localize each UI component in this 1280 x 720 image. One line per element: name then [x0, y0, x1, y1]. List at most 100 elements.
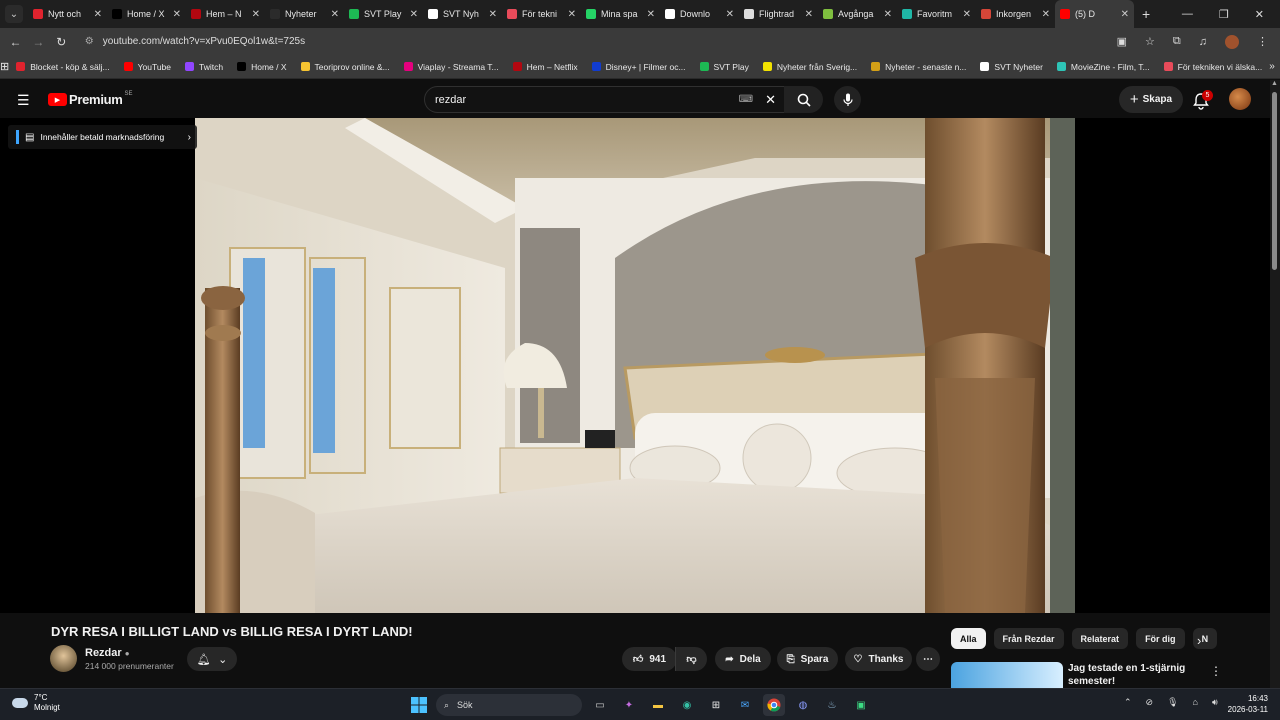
filter-chip[interactable]: Relaterat [1071, 628, 1129, 649]
bookmark-item[interactable]: För tekniken vi älska... [1157, 62, 1270, 72]
browser-menu-icon[interactable]: ⋮ [1257, 35, 1268, 48]
minimize-icon[interactable]: — [1182, 8, 1193, 21]
recommended-video-thumbnail[interactable] [951, 662, 1063, 688]
tab-close-icon[interactable]: ✕ [94, 9, 102, 20]
dislike-button[interactable]: 👎︎ [675, 647, 707, 671]
tab-close-icon[interactable]: ✕ [331, 9, 339, 20]
tab-close-icon[interactable]: ✕ [884, 9, 892, 20]
restore-icon[interactable]: ❐ [1219, 8, 1229, 21]
scrollbar-thumb[interactable] [1272, 92, 1277, 270]
system-clock[interactable]: 16:43 2026-03-11 [1222, 693, 1268, 715]
video-player[interactable]: ▤ Innehåller betald marknadsföring › [0, 118, 1270, 613]
profile-avatar[interactable] [1225, 34, 1239, 49]
tray-overflow-icon[interactable]: ⌃ [1124, 697, 1132, 708]
bookmark-item[interactable]: SVT Nyheter [973, 62, 1050, 72]
filter-chip[interactable]: Från Rezdar [993, 628, 1064, 649]
scroll-up-arrow-icon[interactable]: ▲ [1271, 80, 1278, 87]
recommended-video-title[interactable]: Jag testade en 1-stjärnig semester! [1068, 662, 1188, 688]
bookmark-item[interactable]: Teoriprov online &... [294, 62, 397, 72]
share-button[interactable]: ➦ Dela [715, 647, 771, 671]
browser-tab[interactable]: Inkorgen ✕ [976, 0, 1055, 28]
weather-widget[interactable]: 7°C Molnigt [12, 693, 60, 713]
close-window-icon[interactable]: ✕ [1255, 8, 1264, 21]
chips-next-arrow-icon[interactable]: › [1197, 633, 1201, 648]
tab-close-icon[interactable]: ✕ [1042, 9, 1050, 20]
subscription-bell-button[interactable]: 🔔︎ ⌄ [187, 647, 237, 671]
like-button[interactable]: 👍︎ 941 [622, 647, 677, 671]
clear-search-icon[interactable]: ✕ [765, 92, 776, 108]
bookmark-item[interactable]: Hem – Netflix [506, 62, 585, 72]
copilot-icon[interactable]: ✦ [618, 694, 640, 716]
tab-close-icon[interactable]: ✕ [1121, 9, 1129, 20]
bookmark-item[interactable]: Nyheter från Sverig... [756, 62, 864, 72]
browser-tab[interactable]: (5) D ✕ [1055, 0, 1134, 28]
notifications-off-icon[interactable]: ⊘ [1146, 697, 1154, 708]
network-icon[interactable]: ⌂ [1193, 697, 1198, 708]
discord-icon[interactable]: ◍ [792, 694, 814, 716]
tab-close-icon[interactable]: ✕ [489, 9, 497, 20]
browser-tab[interactable]: Nytt och ✕ [28, 0, 107, 28]
tab-close-icon[interactable]: ✕ [963, 9, 971, 20]
bookmark-item[interactable]: Home / X [230, 62, 293, 72]
reload-icon[interactable]: ↻ [50, 35, 73, 49]
edge-icon[interactable]: ◉ [676, 694, 698, 716]
browser-tab[interactable]: Downlo ✕ [660, 0, 739, 28]
apps-grid-icon[interactable]: ⊞ [0, 60, 9, 73]
save-button[interactable]: ⎘ Spara [777, 647, 838, 671]
back-icon[interactable]: ← [4, 35, 27, 49]
windows-start-icon[interactable] [411, 697, 427, 713]
bookmark-item[interactable]: MovieZine - Film, T... [1050, 62, 1157, 72]
browser-tab[interactable]: SVT Nyh ✕ [423, 0, 502, 28]
bookmark-item[interactable]: Viaplay - Streama T... [397, 62, 506, 72]
bookmark-star-icon[interactable]: ☆ [1145, 35, 1155, 48]
microphone-tray-icon[interactable]: 🎙︎ [1167, 697, 1178, 708]
video-frame[interactable] [195, 118, 1075, 613]
more-actions-button[interactable]: ⋯ [916, 647, 940, 671]
new-tab-button[interactable]: + [1142, 6, 1150, 22]
tab-close-icon[interactable]: ✕ [647, 9, 655, 20]
mail-icon[interactable]: ✉ [734, 694, 756, 716]
browser-tab[interactable]: Hem – N ✕ [186, 0, 265, 28]
tab-search-button[interactable]: ⌄ [5, 5, 23, 23]
browser-tab[interactable]: Nyheter ✕ [265, 0, 344, 28]
bookmark-item[interactable]: Twitch [178, 62, 230, 72]
page-scrollbar[interactable]: ▲ [1270, 80, 1280, 688]
recommended-more-icon[interactable]: ⋮ [1210, 664, 1222, 678]
search-button[interactable] [784, 86, 823, 113]
cast-icon[interactable]: ▣ [1117, 35, 1127, 48]
store-icon[interactable]: ⊞ [705, 694, 727, 716]
site-info-icon[interactable]: ⚙ [85, 36, 99, 47]
bookmarks-overflow-icon[interactable]: » [1269, 61, 1280, 72]
youtube-logo[interactable]: ▶ Premium SE [48, 91, 133, 107]
bookmark-item[interactable]: Blocket - köp & sälj... [9, 62, 116, 72]
channel-avatar[interactable] [50, 645, 77, 672]
task-view-icon[interactable]: ▭ [589, 694, 611, 716]
taskbar-search[interactable]: ⌕ Sök [436, 694, 582, 716]
filter-chip[interactable]: Alla [951, 628, 986, 649]
browser-tab[interactable]: Mina spa ✕ [581, 0, 660, 28]
browser-tab[interactable]: För tekni ✕ [502, 0, 581, 28]
tab-close-icon[interactable]: ✕ [805, 9, 813, 20]
tab-close-icon[interactable]: ✕ [410, 9, 418, 20]
filter-chip[interactable]: För dig [1136, 628, 1185, 649]
browser-tab[interactable]: Flightrad ✕ [739, 0, 818, 28]
browser-tab[interactable]: Home / X ✕ [107, 0, 186, 28]
browser-tab[interactable]: SVT Play ✕ [344, 0, 423, 28]
bookmark-item[interactable]: Nyheter - senaste n... [864, 62, 973, 72]
chrome-icon[interactable] [763, 694, 785, 716]
browser-tab[interactable]: Avgånga ✕ [818, 0, 897, 28]
steam-icon[interactable]: ♨ [821, 694, 843, 716]
search-input[interactable]: rezdar ⌨ ✕ [424, 86, 787, 113]
tab-close-icon[interactable]: ✕ [173, 9, 181, 20]
tab-close-icon[interactable]: ✕ [252, 9, 260, 20]
bookmark-item[interactable]: YouTube [117, 62, 178, 72]
voice-search-button[interactable] [834, 86, 861, 113]
bookmark-item[interactable]: SVT Play [693, 62, 756, 72]
paid-promotion-banner[interactable]: ▤ Innehåller betald marknadsföring › [8, 125, 197, 149]
tab-close-icon[interactable]: ✕ [568, 9, 576, 20]
forward-icon[interactable]: → [27, 35, 50, 49]
media-icon[interactable]: ♫ [1199, 36, 1207, 48]
url-field[interactable]: ⚙ youtube.com/watch?v=xPvu0EQol1w&t=725s [85, 31, 1117, 53]
thanks-button[interactable]: ♡ Thanks [845, 647, 912, 671]
create-button[interactable]: + Skapa [1119, 86, 1183, 113]
